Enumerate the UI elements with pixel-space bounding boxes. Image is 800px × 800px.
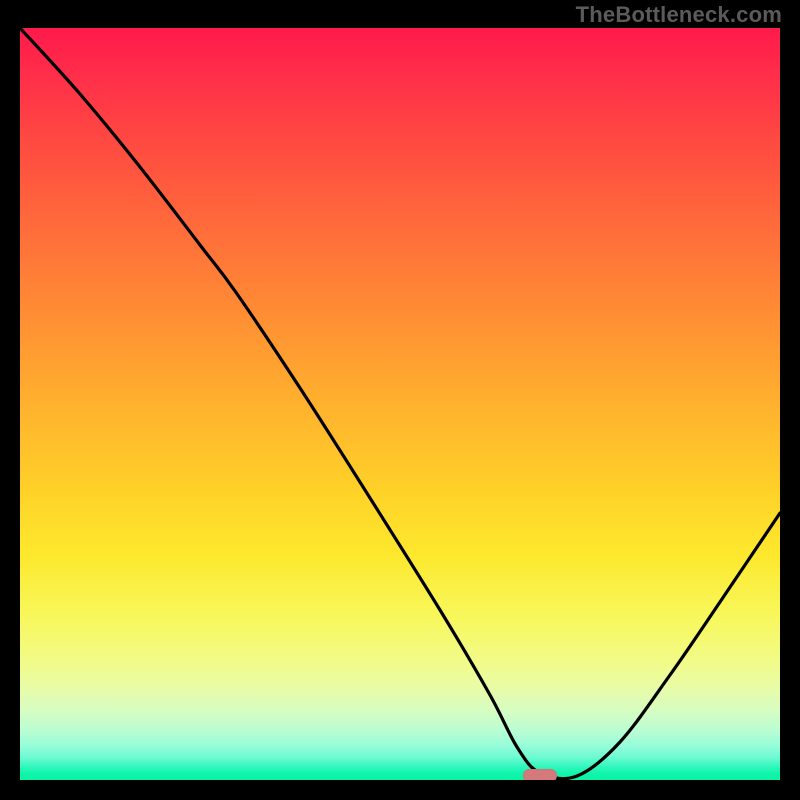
optimal-point-marker	[523, 769, 557, 780]
attribution-label: TheBottleneck.com	[576, 2, 782, 28]
bottleneck-curve	[20, 28, 780, 780]
plot-area	[20, 28, 780, 780]
chart-frame: TheBottleneck.com	[0, 0, 800, 800]
